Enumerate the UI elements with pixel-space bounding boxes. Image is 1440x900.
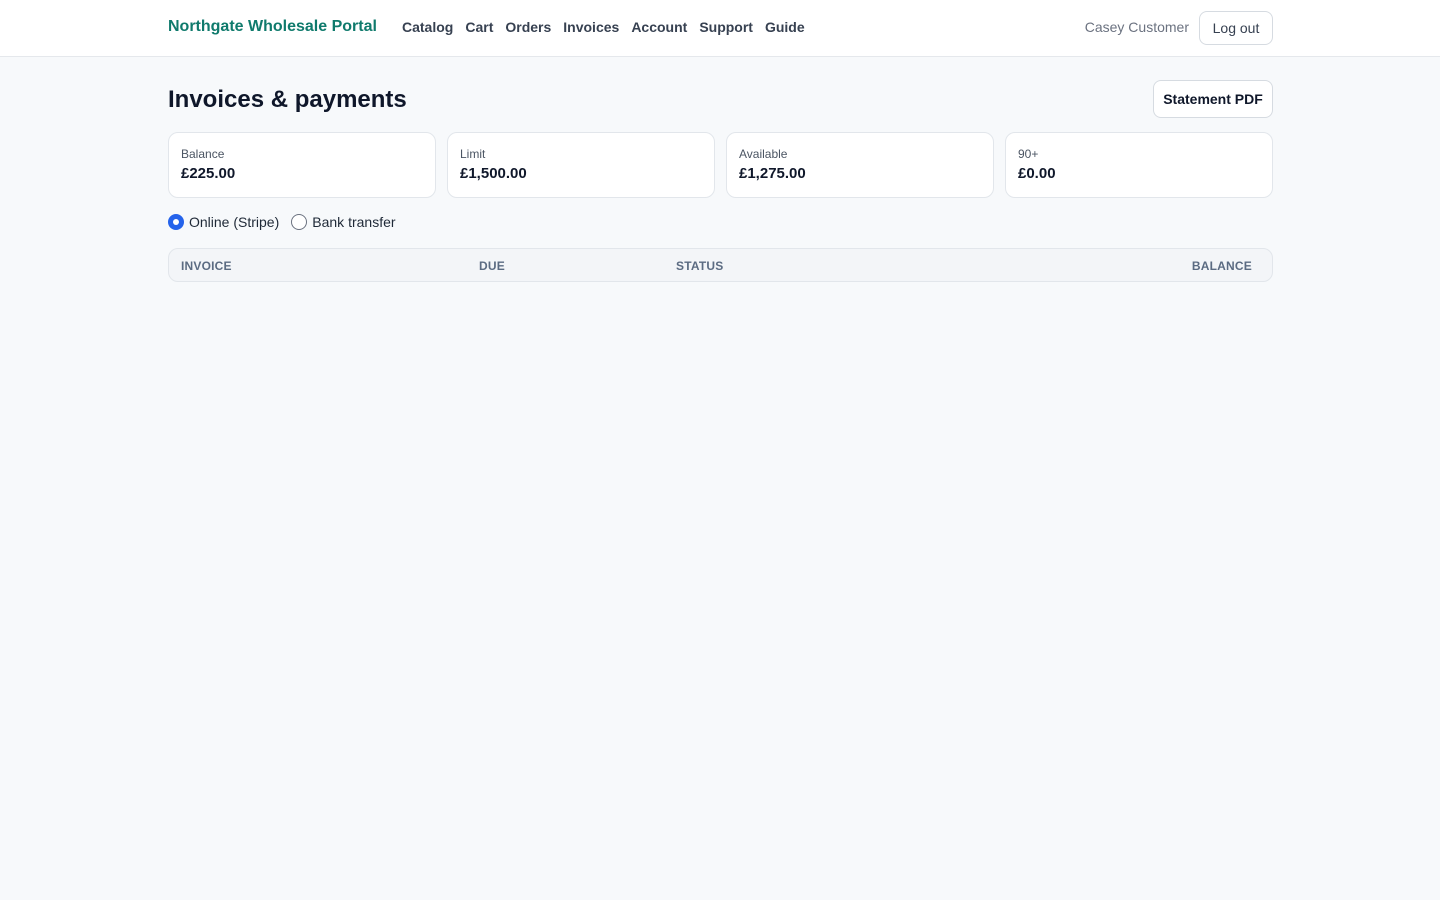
nav-account[interactable]: Account: [631, 19, 687, 35]
nav-cart[interactable]: Cart: [465, 19, 493, 35]
summary-value: £1,500.00: [460, 165, 527, 182]
payment-method-selector: Online (Stripe) Bank transfer: [168, 214, 396, 230]
nav-guide[interactable]: Guide: [765, 19, 805, 35]
nav-orders[interactable]: Orders: [505, 19, 551, 35]
summary-label: 90+: [1018, 147, 1039, 161]
invoices-table: INVOICE DUE STATUS BALANCE: [168, 248, 1273, 282]
user-name: Casey Customer: [1084, 19, 1189, 35]
summary-label: Limit: [460, 147, 486, 161]
nav-support[interactable]: Support: [699, 19, 753, 35]
payment-option-online[interactable]: Online (Stripe): [168, 214, 279, 230]
page-title: Invoices & payments: [168, 86, 407, 113]
summary-label: Available: [739, 147, 788, 161]
column-header-balance[interactable]: BALANCE: [1192, 259, 1252, 273]
summary-value: £225.00: [181, 165, 236, 182]
summary-value: £1,275.00: [739, 165, 806, 182]
radio-selected-icon[interactable]: [168, 214, 184, 230]
summary-card-available: Available £1,275.00: [726, 132, 994, 198]
payment-option-label: Bank transfer: [312, 214, 396, 230]
payment-option-label: Online (Stripe): [189, 214, 280, 230]
main-nav: Catalog Cart Orders Invoices Account Sup…: [402, 19, 805, 35]
column-header-invoice[interactable]: INVOICE: [181, 259, 232, 273]
column-header-status[interactable]: STATUS: [676, 259, 723, 273]
nav-catalog[interactable]: Catalog: [402, 19, 453, 35]
statement-pdf-button[interactable]: Statement PDF: [1153, 80, 1273, 118]
nav-invoices[interactable]: Invoices: [563, 19, 619, 35]
account-summary: Balance £225.00 Limit £1,500.00 Availabl…: [168, 132, 1273, 198]
summary-card-balance: Balance £225.00: [168, 132, 436, 198]
radio-unselected-icon[interactable]: [291, 214, 308, 230]
logout-button[interactable]: Log out: [1199, 11, 1273, 45]
summary-label: Balance: [181, 147, 225, 161]
summary-card-limit: Limit £1,500.00: [447, 132, 715, 198]
brand-link[interactable]: Northgate Wholesale Portal: [168, 18, 377, 36]
column-header-due[interactable]: DUE: [479, 259, 505, 273]
summary-card-90-plus: 90+ £0.00: [1005, 132, 1273, 198]
payment-option-bank-transfer[interactable]: Bank transfer: [291, 214, 396, 230]
summary-value: £0.00: [1018, 165, 1056, 182]
top-navigation-bar: Northgate Wholesale Portal Catalog Cart …: [0, 0, 1440, 57]
